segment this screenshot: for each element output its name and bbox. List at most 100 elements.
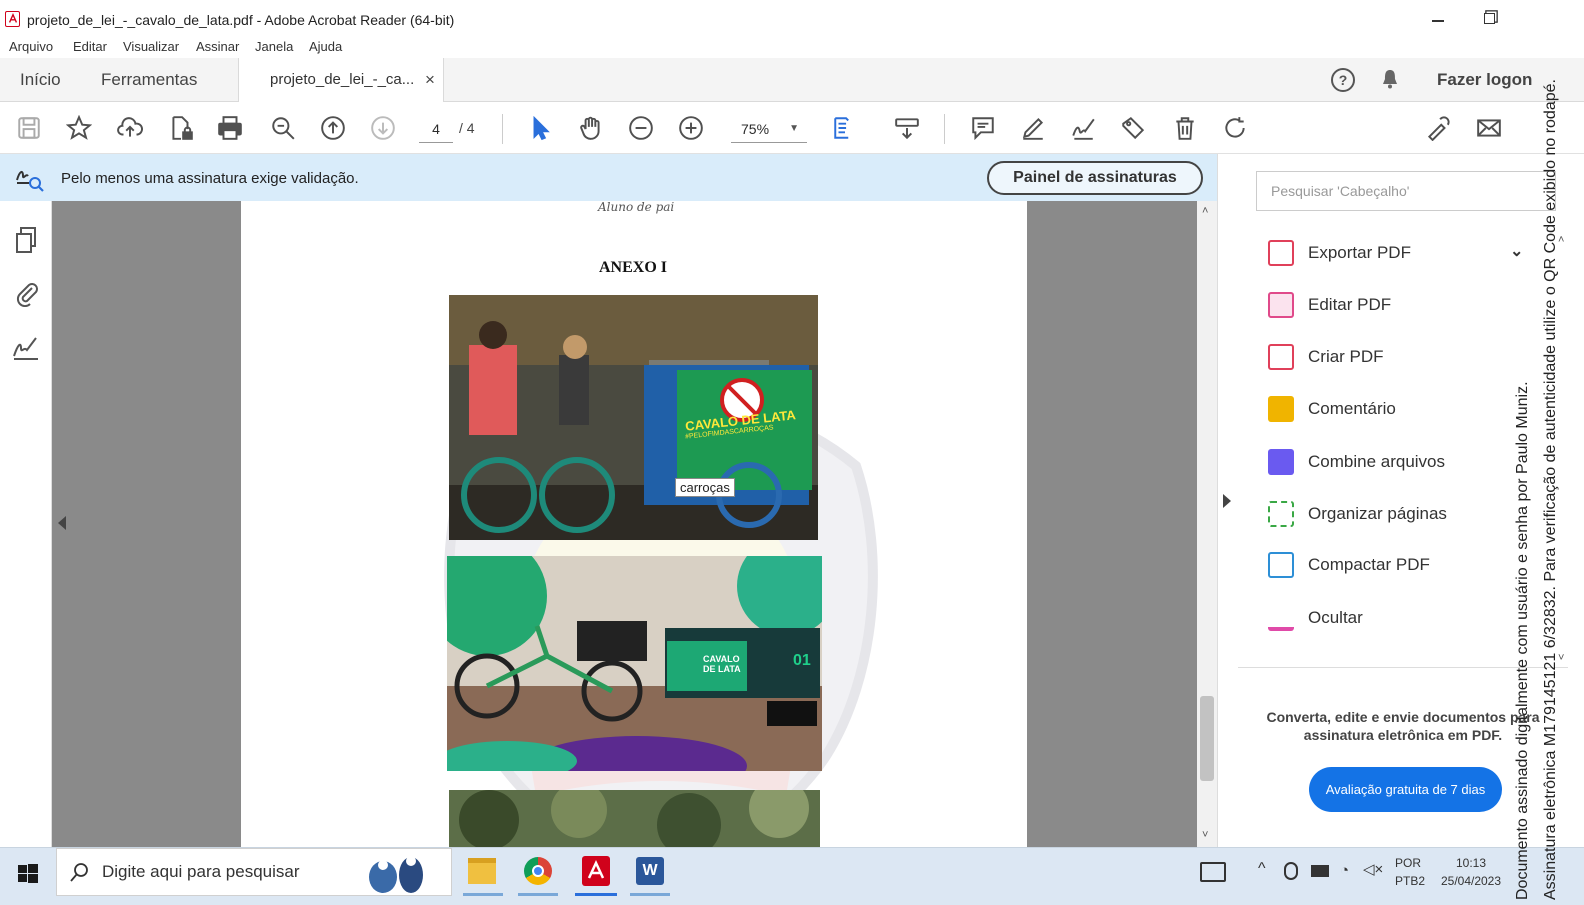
stamp-icon[interactable]: [1118, 113, 1148, 143]
page-number-input[interactable]: 4: [419, 117, 453, 143]
document-scrollbar[interactable]: ˄ ˅: [1197, 201, 1217, 847]
stamp-line-2: Assinatura eletrônica M179145121 6/32832…: [1542, 79, 1559, 900]
page-total: / 4: [459, 120, 475, 136]
hand-tool-icon[interactable]: [576, 113, 606, 143]
bell-icon[interactable]: [1381, 69, 1399, 89]
signatures-panel-icon[interactable]: [12, 334, 40, 362]
photo2-number: 01: [793, 652, 811, 669]
scroll-down-icon[interactable]: ˅: [1202, 829, 1208, 841]
tool-create-pdf[interactable]: Criar PDF: [1268, 337, 1384, 377]
signature-panel-button[interactable]: Painel de assinaturas: [987, 161, 1203, 195]
delete-icon[interactable]: [1170, 113, 1200, 143]
battery-icon[interactable]: [1311, 865, 1329, 877]
photo-annex-3: [449, 790, 820, 847]
zoom-in-icon[interactable]: [676, 113, 706, 143]
handwritten-note: Aluno de pai: [598, 201, 675, 214]
tool-edit-pdf[interactable]: Editar PDF: [1268, 285, 1391, 325]
highlight-pen-icon[interactable]: [1018, 113, 1048, 143]
system-clock[interactable]: 10:13 25/04/2023: [1436, 854, 1506, 890]
chevron-down-icon: ▼: [789, 123, 799, 134]
word-icon[interactable]: W: [636, 857, 664, 885]
attachment-icon[interactable]: [14, 279, 40, 308]
menu-arquivo[interactable]: Arquivo: [9, 39, 53, 54]
sign-request-icon[interactable]: [1423, 113, 1453, 143]
help-icon[interactable]: ?: [1331, 68, 1355, 92]
free-trial-button[interactable]: Avaliação gratuita de 7 dias: [1309, 767, 1502, 812]
tab-tools[interactable]: Ferramentas: [101, 58, 197, 102]
windows-taskbar: Digite aqui para pesquisar W ^ ◔ ◁× POR …: [0, 847, 1584, 905]
toolbar-divider-2: [944, 114, 945, 144]
star-icon[interactable]: [64, 113, 94, 143]
close-tab-icon[interactable]: ×: [425, 58, 435, 102]
acrobat-taskbar-icon[interactable]: [582, 856, 610, 886]
windows-start-icon[interactable]: [18, 864, 38, 884]
menu-ajuda[interactable]: Ajuda: [309, 39, 342, 54]
photo2-sign-text: CAVALO DE LATA: [703, 654, 741, 674]
taskbar-search-placeholder: Digite aqui para pesquisar: [102, 862, 300, 881]
tool-comment-label: Comentário: [1308, 399, 1396, 418]
tab-document[interactable]: projeto_de_lei_-_ca... ×: [238, 58, 444, 103]
zoom-select[interactable]: 75% ▼: [731, 117, 807, 143]
edit-pdf-icon: [1268, 292, 1294, 318]
penguins-search-highlight-icon: [357, 853, 437, 895]
page-up-icon[interactable]: [318, 113, 348, 143]
file-lock-icon[interactable]: [166, 113, 196, 143]
tray-chevron-up-icon[interactable]: ^: [1258, 860, 1266, 878]
rotate-icon[interactable]: [1220, 113, 1250, 143]
minimize-icon[interactable]: [1432, 20, 1444, 22]
main-toolbar: 4 / 4 75% ▼: [0, 102, 1584, 154]
menu-editar[interactable]: Editar: [73, 39, 107, 54]
document-viewport[interactable]: Aluno de pai ANEXO I CAVALO DE LATA #PEL…: [52, 201, 1197, 847]
page-down-icon[interactable]: [368, 113, 398, 143]
scroll-up-icon[interactable]: ˄: [1202, 205, 1208, 217]
signature-notice-bar: Pelo menos uma assinatura exige validaçã…: [0, 154, 1217, 201]
news-widget-icon[interactable]: [1200, 862, 1226, 882]
tab-document-label: projeto_de_lei_-_ca...: [270, 71, 415, 88]
zoom-out-search-icon[interactable]: [268, 113, 298, 143]
comment-icon[interactable]: [968, 113, 998, 143]
menu-visualizar[interactable]: Visualizar: [123, 39, 179, 54]
scroll-thumb[interactable]: [1200, 696, 1214, 781]
tool-export-pdf[interactable]: Exportar PDF: [1268, 233, 1411, 273]
restore-icon[interactable]: [1484, 13, 1495, 24]
collapse-right-panel-arrow[interactable]: [1223, 494, 1231, 508]
annex-heading: ANEXO I: [599, 259, 668, 276]
print-icon[interactable]: [215, 113, 245, 143]
tool-organize-pages[interactable]: Organizar páginas: [1268, 494, 1447, 534]
window-titlebar: projeto_de_lei_-_cavalo_de_lata.pdf - Ad…: [0, 0, 1584, 38]
save-icon[interactable]: [14, 113, 44, 143]
email-icon[interactable]: [1474, 113, 1504, 143]
select-arrow-icon[interactable]: [526, 113, 556, 143]
zoom-out-icon[interactable]: [626, 113, 656, 143]
tool-redact[interactable]: Ocultar: [1268, 598, 1363, 638]
collapse-left-arrow[interactable]: [58, 516, 66, 530]
cloud-upload-icon[interactable]: [115, 113, 145, 143]
file-explorer-icon[interactable]: [468, 858, 496, 884]
menu-assinar[interactable]: Assinar: [196, 39, 239, 54]
speaker-mute-icon[interactable]: ◁×: [1363, 860, 1383, 878]
fit-page-icon[interactable]: [830, 113, 860, 143]
menu-janela[interactable]: Janela: [255, 39, 293, 54]
photo-annex-1: CAVALO DE LATA #PELOFIMDASCARROÇAS carro…: [449, 295, 818, 540]
wifi-icon[interactable]: ◔: [1340, 862, 1349, 879]
sign-icon[interactable]: [1068, 113, 1098, 143]
tool-compress-pdf[interactable]: Compactar PDF: [1268, 545, 1430, 585]
tray-app-icon[interactable]: [1284, 862, 1298, 880]
taskbar-search-box[interactable]: Digite aqui para pesquisar: [56, 848, 452, 896]
input-language[interactable]: POR PTB2: [1395, 854, 1425, 890]
signature-validate-icon: [15, 164, 45, 192]
toolbar-divider: [502, 114, 503, 144]
left-navigation-rail: ◀: [0, 201, 67, 847]
tool-comment[interactable]: Comentário: [1268, 389, 1396, 429]
window-title: projeto_de_lei_-_cavalo_de_lata.pdf - Ad…: [27, 12, 455, 28]
chrome-icon[interactable]: [524, 857, 552, 885]
scroll-mode-icon[interactable]: [892, 113, 922, 143]
pages-thumbnails-icon[interactable]: [14, 226, 40, 254]
tab-home[interactable]: Início: [20, 58, 61, 102]
taskbar-underline-explorer: [463, 893, 503, 896]
tool-export-pdf-label: Exportar PDF: [1308, 243, 1411, 262]
acrobat-logo-icon: [5, 11, 20, 27]
pdf-page: Aluno de pai ANEXO I CAVALO DE LATA #PEL…: [241, 201, 1027, 847]
compress-pdf-icon: [1268, 552, 1294, 578]
tool-combine-files[interactable]: Combine arquivos: [1268, 442, 1445, 482]
